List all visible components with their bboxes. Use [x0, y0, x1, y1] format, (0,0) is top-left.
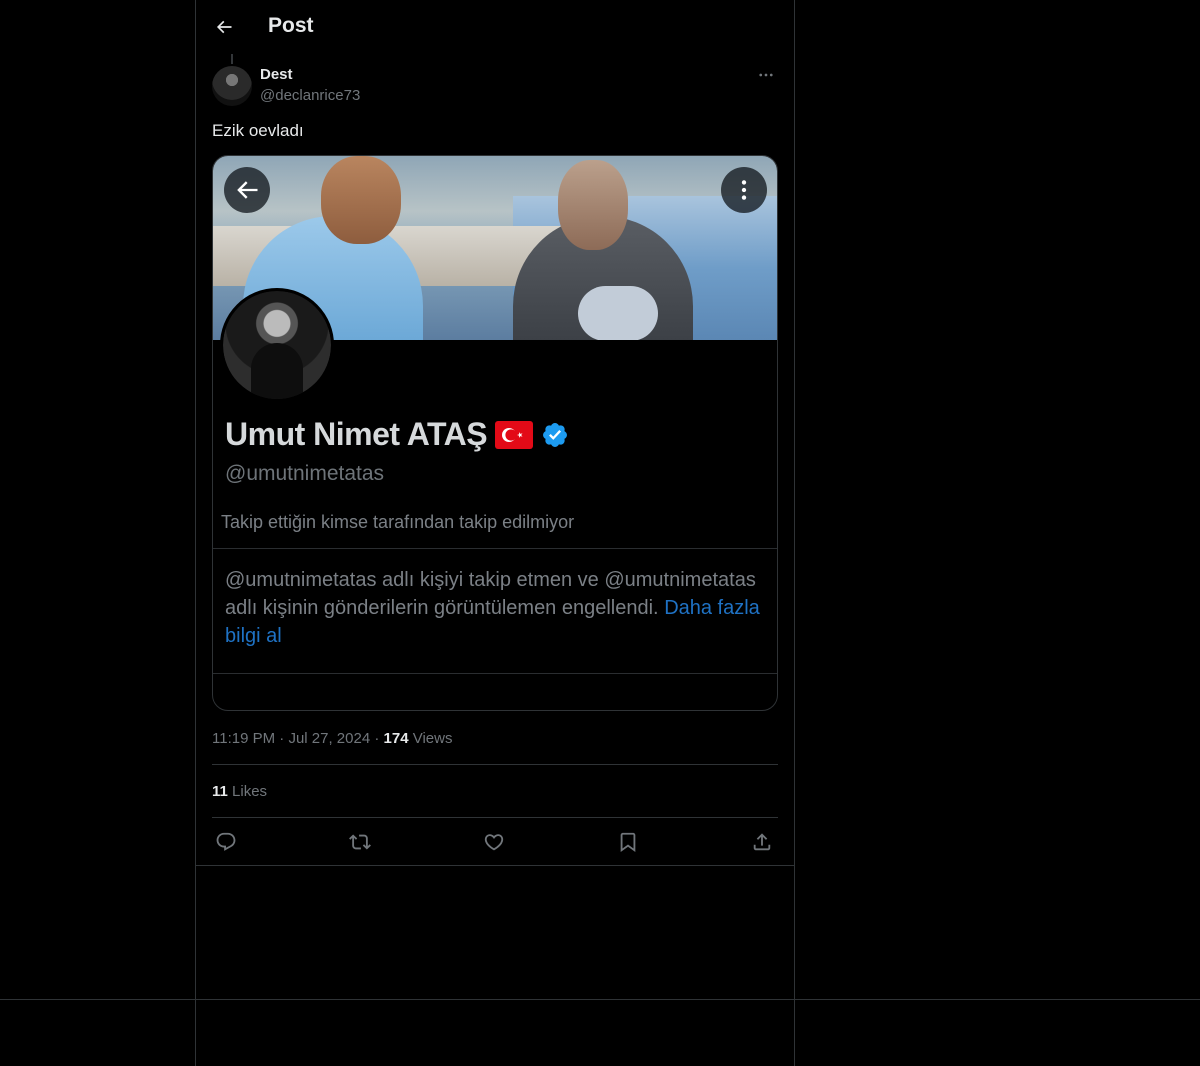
heart-icon	[483, 831, 505, 853]
reply-icon	[215, 831, 237, 853]
views-count: 174	[383, 730, 409, 747]
profile-name: Umut Nimet ATAŞ	[225, 416, 488, 452]
verified-badge-icon	[541, 421, 569, 449]
main-column: Post Dest @declanrice73 Ezik oevladı Umu…	[196, 0, 794, 1066]
bookmark-icon	[617, 831, 639, 853]
likes-stat[interactable]: 11 Likes	[212, 783, 267, 800]
turkey-flag-icon	[495, 420, 534, 449]
views-label: Views	[412, 730, 453, 747]
divider	[196, 865, 794, 866]
arrow-left-icon	[214, 17, 234, 37]
bookmark-button[interactable]	[614, 828, 642, 856]
reply-button[interactable]	[212, 828, 240, 856]
thread-line	[231, 54, 233, 64]
post-time[interactable]: 11:19 PM	[212, 730, 275, 747]
repost-button[interactable]	[346, 828, 374, 856]
post-date[interactable]: Jul 27, 2024	[288, 730, 370, 747]
arrow-left-icon	[233, 176, 261, 204]
more-horizontal-icon	[757, 66, 775, 84]
back-button[interactable]	[210, 13, 238, 41]
divider	[212, 817, 778, 818]
action-bar	[212, 828, 778, 856]
profile-avatar	[220, 288, 334, 402]
divider	[212, 764, 778, 765]
more-button[interactable]	[754, 65, 778, 85]
profile-divider	[213, 548, 777, 549]
profile-divider-bottom	[213, 673, 777, 674]
author-handle[interactable]: @declanrice73	[260, 87, 360, 104]
share-button[interactable]	[748, 828, 776, 856]
image-more-button	[721, 167, 767, 213]
blocked-notice: @umutnimetatas adlı kişiyi takip etmen v…	[225, 566, 765, 650]
profile-handle: @umutnimetatas	[225, 462, 385, 485]
page-title: Post	[268, 14, 314, 37]
more-vertical-icon	[731, 177, 757, 203]
profile-name-row: Umut Nimet ATAŞ	[225, 416, 569, 453]
meta-dot: ·	[374, 730, 384, 747]
header: Post	[196, 0, 794, 53]
likes-count: 11	[212, 783, 228, 800]
avatar[interactable]	[212, 66, 252, 106]
post-image[interactable]: Umut Nimet ATAŞ @umutnimetatas Takip ett…	[212, 155, 778, 711]
follow-note: Takip ettiğin kimse tarafından takip edi…	[221, 512, 575, 532]
post-author: Dest @declanrice73	[212, 54, 778, 107]
post-text: Ezik oevladı	[212, 121, 304, 140]
column-border-right	[794, 0, 795, 1066]
share-icon	[751, 831, 773, 853]
likes-label: Likes	[232, 783, 268, 800]
author-name[interactable]: Dest	[260, 66, 293, 83]
image-back-button	[224, 167, 270, 213]
repost-icon	[349, 831, 371, 853]
like-button[interactable]	[480, 828, 508, 856]
post-meta: 11:19 PM · Jul 27, 2024 · 174 Views	[212, 730, 452, 747]
